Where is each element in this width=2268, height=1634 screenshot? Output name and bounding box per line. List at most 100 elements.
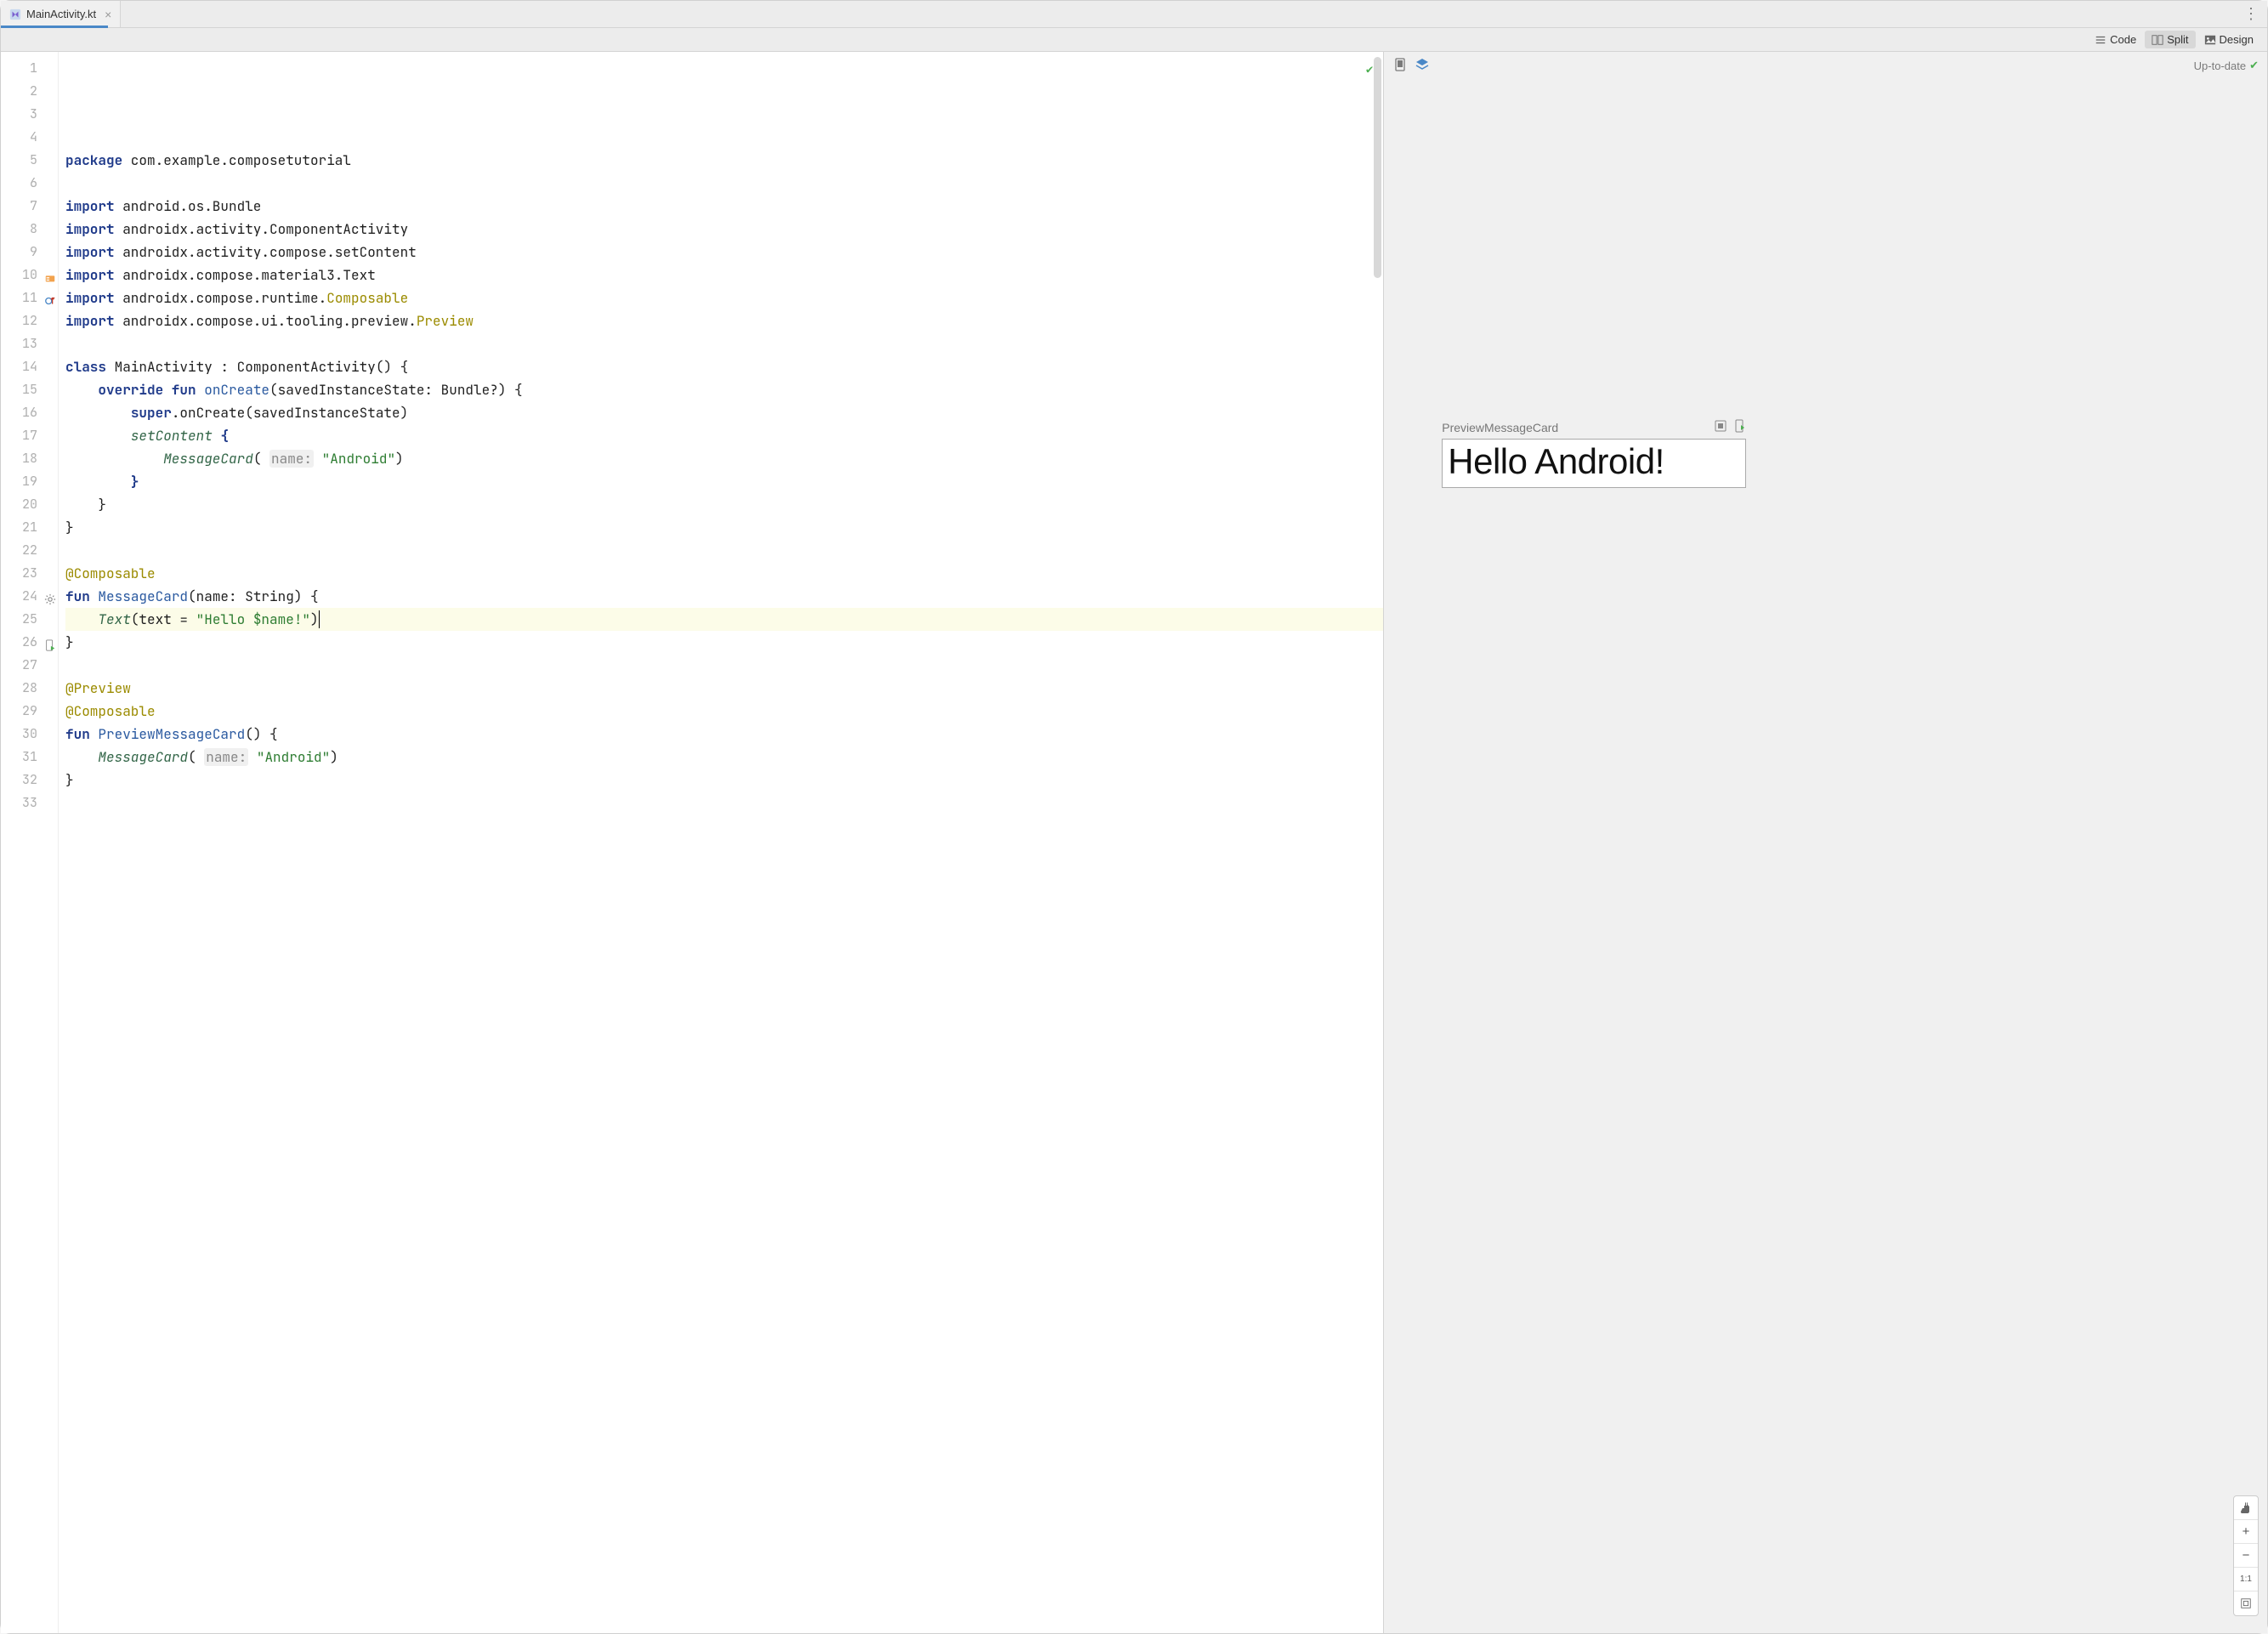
code-line[interactable]: import androidx.compose.ui.tooling.previ… <box>65 309 1383 332</box>
line-number: 20 <box>1 493 58 516</box>
line-number: 1 <box>1 57 58 80</box>
preview-toolbar: Up-to-date ✔ <box>1384 52 2267 79</box>
line-number: 17 <box>1 424 58 447</box>
preview-zoom-controls: + − 1:1 <box>2233 1495 2259 1616</box>
code-line[interactable] <box>65 791 1383 814</box>
preview-status: Up-to-date ✔ <box>2194 59 2259 72</box>
view-mode-design[interactable]: Design <box>2197 31 2260 48</box>
tab-overflow-menu-icon[interactable]: ⋮ <box>2235 5 2267 23</box>
line-number: 9 <box>1 241 58 264</box>
class-gutter-icon[interactable] <box>43 269 56 282</box>
zoom-out-button[interactable]: − <box>2234 1544 2258 1568</box>
main-split: 1234567891011121314151617181920212223242… <box>1 52 2267 1633</box>
view-mode-design-label: Design <box>2220 33 2254 46</box>
preview-canvas[interactable]: PreviewMessageCard Hello Android! <box>1384 79 2267 1633</box>
preview-text-output: Hello Android! <box>1448 441 1740 482</box>
line-number: 27 <box>1 654 58 677</box>
line-number: 16 <box>1 401 58 424</box>
code-line[interactable]: } <box>65 470 1383 493</box>
close-tab-icon[interactable]: × <box>105 8 111 21</box>
active-tab-indicator <box>1 26 108 28</box>
preview-animation-icon[interactable] <box>1714 419 1727 435</box>
code-editor-pane: 1234567891011121314151617181920212223242… <box>1 52 1383 1633</box>
file-tab[interactable]: MainActivity.kt × <box>1 1 121 27</box>
preview-rendered-surface[interactable]: Hello Android! <box>1442 439 1746 488</box>
code-line[interactable]: @Preview <box>65 677 1383 700</box>
line-number: 21 <box>1 516 58 539</box>
code-line[interactable]: override fun onCreate(savedInstanceState… <box>65 378 1383 401</box>
code-line[interactable] <box>65 814 1383 837</box>
code-line[interactable]: @Composable <box>65 562 1383 585</box>
line-number: 22 <box>1 539 58 562</box>
code-line[interactable]: package com.example.composetutorial <box>65 149 1383 172</box>
code-line[interactable]: MessageCard( name: "Android") <box>65 447 1383 470</box>
code-line[interactable]: } <box>65 769 1383 791</box>
code-line[interactable]: } <box>65 631 1383 654</box>
zoom-in-button[interactable]: + <box>2234 1520 2258 1544</box>
line-number: 24 <box>1 585 58 608</box>
line-number: 31 <box>1 746 58 769</box>
code-line[interactable]: MessageCard( name: "Android") <box>65 746 1383 769</box>
line-number: 10 <box>1 264 58 287</box>
zoom-fit-button[interactable] <box>2234 1591 2258 1615</box>
code-line[interactable] <box>65 860 1383 883</box>
line-number: 6 <box>1 172 58 195</box>
preview-status-label: Up-to-date <box>2194 60 2246 72</box>
code-line[interactable] <box>65 332 1383 355</box>
code-line[interactable]: setContent { <box>65 424 1383 447</box>
code-line[interactable] <box>65 172 1383 195</box>
preview-device-icon[interactable] <box>1392 57 1408 75</box>
line-number: 30 <box>1 723 58 746</box>
preview-deploy-icon[interactable] <box>1732 419 1746 435</box>
code-line[interactable] <box>65 883 1383 906</box>
code-line[interactable]: class MainActivity : ComponentActivity()… <box>65 355 1383 378</box>
code-line[interactable]: Text(text = "Hello $name!") <box>65 608 1383 631</box>
code-line[interactable]: import androidx.compose.runtime.Composab… <box>65 287 1383 309</box>
override-gutter-icon[interactable] <box>43 292 56 305</box>
line-number: 26 <box>1 631 58 654</box>
editor-scrollbar[interactable] <box>1374 57 1381 278</box>
inspection-ok-icon[interactable]: ✔ <box>1366 59 1373 82</box>
status-ok-icon: ✔ <box>2249 59 2259 72</box>
code-line[interactable]: fun PreviewMessageCard() { <box>65 723 1383 746</box>
editor-gutter: 1234567891011121314151617181920212223242… <box>1 52 59 1633</box>
line-number: 4 <box>1 126 58 149</box>
code-line[interactable] <box>65 539 1383 562</box>
preview-composable[interactable]: PreviewMessageCard Hello Android! <box>1442 419 1746 488</box>
view-mode-split[interactable]: Split <box>2145 31 2195 48</box>
line-number: 7 <box>1 195 58 218</box>
code-line[interactable]: import androidx.compose.material3.Text <box>65 264 1383 287</box>
code-line[interactable]: import androidx.activity.compose.setCont… <box>65 241 1383 264</box>
code-line[interactable]: } <box>65 493 1383 516</box>
code-line[interactable]: import android.os.Bundle <box>65 195 1383 218</box>
compose-preview-pane: Up-to-date ✔ PreviewMessageCard <box>1383 52 2267 1633</box>
line-number: 19 <box>1 470 58 493</box>
line-number: 12 <box>1 309 58 332</box>
kotlin-file-icon <box>9 9 21 20</box>
line-number: 29 <box>1 700 58 723</box>
code-line[interactable] <box>65 837 1383 860</box>
zoom-reset-button[interactable]: 1:1 <box>2234 1568 2258 1591</box>
line-number: 28 <box>1 677 58 700</box>
run-gutter-icon[interactable] <box>43 636 56 650</box>
view-mode-split-label: Split <box>2167 33 2188 46</box>
code-line[interactable]: @Composable <box>65 700 1383 723</box>
code-line[interactable] <box>65 654 1383 677</box>
gear-gutter-icon[interactable] <box>43 590 56 604</box>
code-editor[interactable]: ✔ package com.example.composetutorial imp… <box>59 52 1383 1633</box>
code-line[interactable]: } <box>65 516 1383 539</box>
view-mode-toolbar: Code Split Design <box>1 28 2267 52</box>
line-number: 33 <box>1 791 58 814</box>
zoom-pan-icon[interactable] <box>2234 1496 2258 1520</box>
line-number: 2 <box>1 80 58 103</box>
line-number: 8 <box>1 218 58 241</box>
code-line[interactable]: fun MessageCard(name: String) { <box>65 585 1383 608</box>
line-number: 13 <box>1 332 58 355</box>
view-mode-code[interactable]: Code <box>2088 31 2143 48</box>
line-number: 15 <box>1 378 58 401</box>
preview-layers-icon[interactable] <box>1415 57 1430 75</box>
code-line[interactable]: import androidx.activity.ComponentActivi… <box>65 218 1383 241</box>
code-line[interactable]: super.onCreate(savedInstanceState) <box>65 401 1383 424</box>
preview-composable-name: PreviewMessageCard <box>1442 421 1707 434</box>
line-number: 23 <box>1 562 58 585</box>
